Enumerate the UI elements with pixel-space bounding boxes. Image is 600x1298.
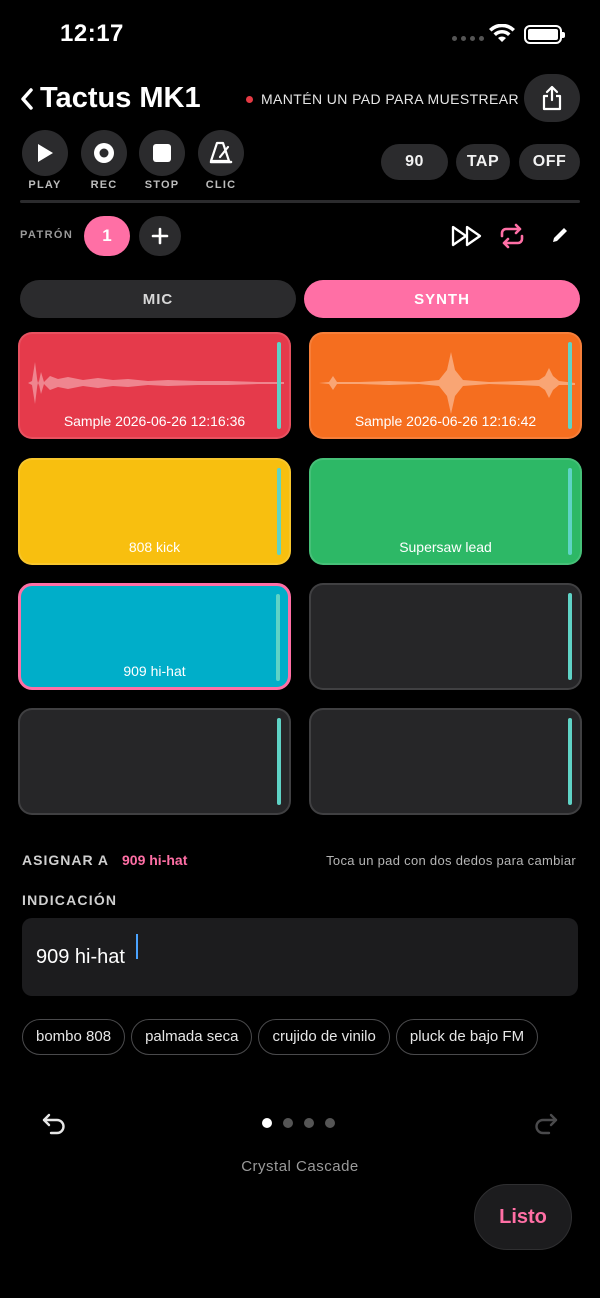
wifi-icon [489,24,515,42]
page-dot [262,1118,272,1128]
level-meter [568,593,572,680]
pattern-1-button[interactable]: 1 [84,216,130,256]
assign-label: ASIGNAR A [22,852,110,868]
loop-icon[interactable] [498,223,526,249]
waveform-icon [319,352,575,414]
level-meter [568,718,572,805]
synth-mode-button[interactable]: SYNTH [304,280,580,318]
add-pattern-button[interactable] [139,216,181,256]
pad-2[interactable]: Sample 2026-06-26 12:16:42 [309,332,582,439]
stop-icon [153,144,171,162]
chip-crujido-de-vinilo[interactable]: crujido de vinilo [258,1019,390,1055]
page-dot [325,1118,335,1128]
preset-name: Crystal Cascade [241,1158,359,1175]
pad-7[interactable] [18,708,291,815]
undo-icon[interactable] [40,1110,68,1138]
header: Tactus MK1 MANTÉN UN PAD PARA MUESTREAR [0,74,600,122]
record-dot-icon [246,95,253,103]
pattern-row: PATRÓN 1 [0,216,600,256]
pad-label: 909 hi-hat [123,663,186,679]
page-dot [304,1118,314,1128]
done-button[interactable]: Listo [474,1184,572,1250]
transport-bar: PLAY REC STOP CLIC 90 TAP OFF [0,130,600,194]
fast-forward-icon[interactable] [450,224,486,248]
metronome-button[interactable]: CLIC [198,130,244,191]
pad-label: Sample 2026-06-26 12:16:42 [354,413,537,429]
mic-mode-button[interactable]: MIC [20,280,296,318]
suggestion-chips: bombo 808 palmada seca crujido de vinilo pl… [22,1019,578,1055]
pad-6[interactable] [309,583,582,690]
record-label: REC [90,179,118,191]
record-button[interactable]: REC [81,130,127,191]
share-icon [542,85,562,111]
sample-hint-text: MANTÉN UN PAD PARA MUESTREAR [261,91,520,107]
assign-target: 909 hi-hat [122,852,188,868]
tap-tempo-button[interactable]: TAP [456,144,510,180]
waveform-icon [28,362,284,404]
battery-icon [524,25,565,44]
text-caret [136,934,138,959]
page-title: Tactus MK1 [40,82,201,114]
pad-label: 808 kick [128,539,181,555]
back-chevron-icon[interactable] [18,86,36,112]
bpm-display[interactable]: 90 [381,144,448,180]
stop-button[interactable]: STOP [139,130,185,191]
pad-label: Sample 2026-06-26 12:16:36 [63,413,246,429]
metronome-label: CLIC [205,179,237,191]
chip-bombo-808[interactable]: bombo 808 [22,1019,126,1055]
pad-5[interactable]: 909 hi-hat [18,583,291,690]
chip-pluck-de-bajo-fm[interactable]: pluck de bajo FM [395,1019,539,1055]
share-button[interactable] [524,74,580,122]
page-dot [283,1118,293,1128]
metronome-icon [209,141,233,164]
pad-1[interactable]: Sample 2026-06-26 12:16:36 [18,332,291,439]
divider [20,200,580,203]
status-bar: 12:17 [0,0,600,70]
status-time: 12:17 [60,20,124,47]
chip-palmada-seca[interactable]: palmada seca [131,1019,253,1055]
pad-label: Supersaw lead [399,539,492,555]
pad-3[interactable]: 808 kick [18,458,291,565]
stop-label: STOP [144,179,180,191]
assign-hint: Toca un pad con dos dedos para cambiar [326,853,576,868]
pad-4[interactable]: Supersaw lead [309,458,582,565]
prompt-input[interactable] [22,918,578,996]
off-toggle[interactable]: OFF [519,144,580,180]
record-icon [94,143,114,163]
prompt-label: INDICACIÓN [22,892,118,908]
pad-8[interactable] [309,708,582,815]
plus-icon [151,227,169,245]
pattern-label: PATRÓN [20,229,74,241]
sample-hint: MANTÉN UN PAD PARA MUESTREAR [246,91,519,107]
play-button[interactable]: PLAY [22,130,68,191]
signal-icon [452,36,484,41]
page-indicator [262,1118,335,1128]
level-meter [277,718,281,805]
pencil-icon[interactable] [549,224,571,246]
assign-row: ASIGNAR A 909 hi-hat Toca un pad con dos… [0,850,600,870]
play-icon [38,144,53,162]
bottom-nav [0,1104,600,1144]
play-label: PLAY [28,179,62,191]
redo-icon[interactable] [532,1110,560,1138]
